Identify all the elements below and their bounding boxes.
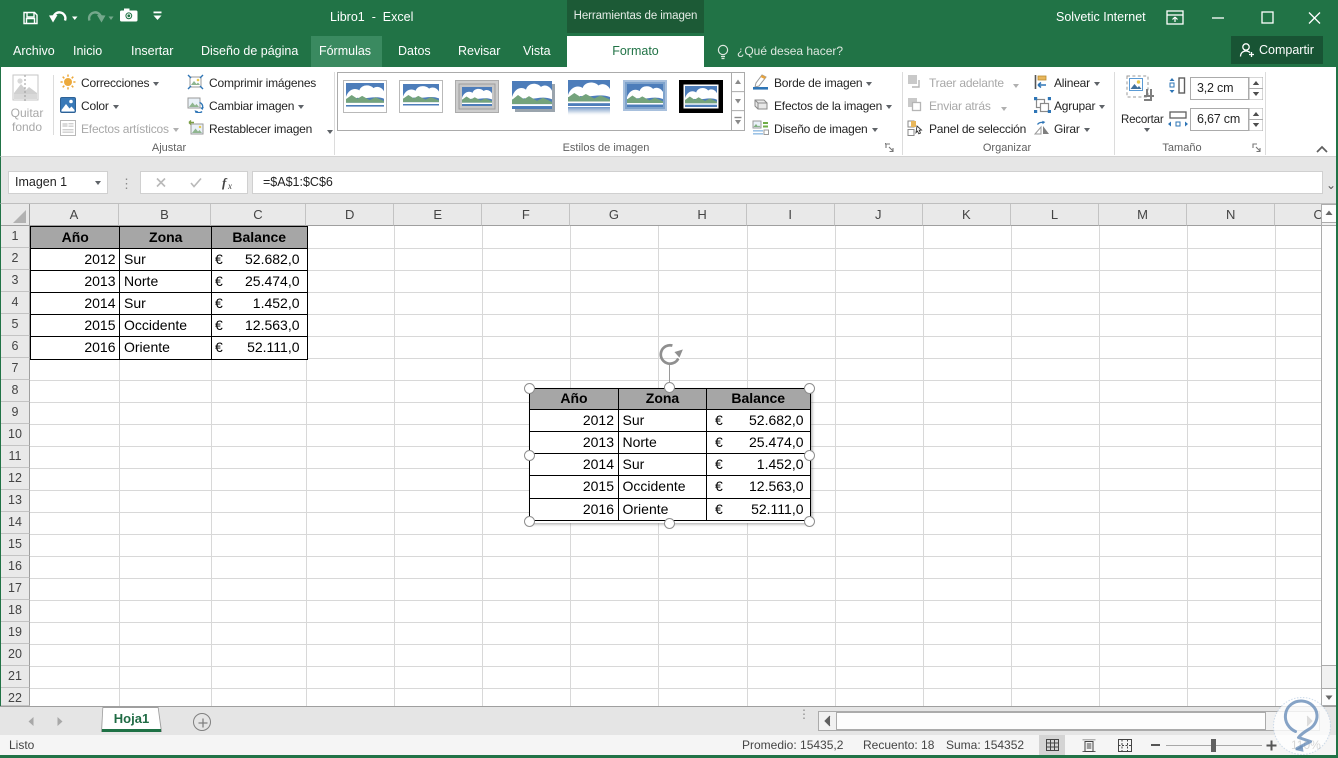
- svg-text:x: x: [227, 181, 232, 191]
